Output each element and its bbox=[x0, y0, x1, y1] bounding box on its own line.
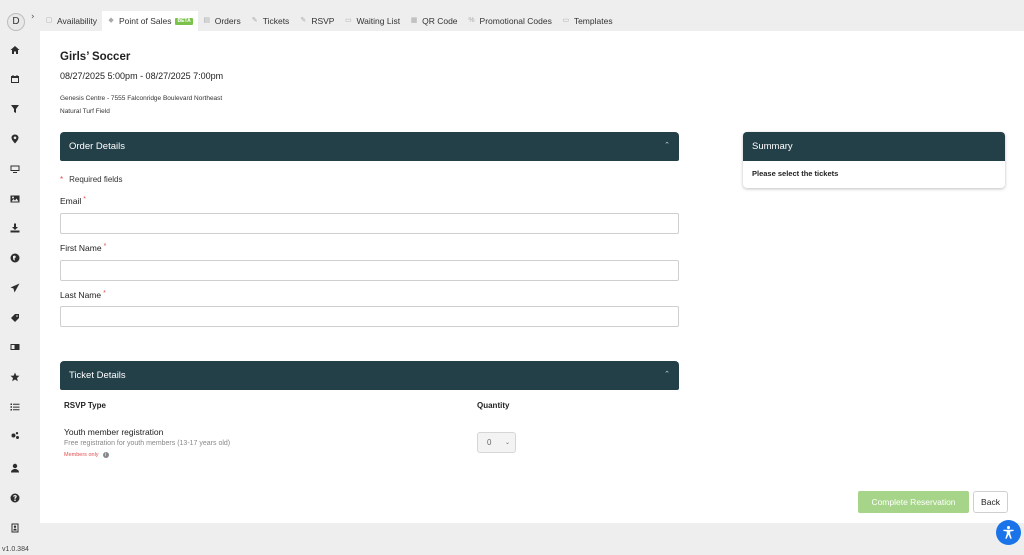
email-label: Email * bbox=[60, 196, 86, 206]
main-panel: Girls’ Soccer 08/27/2025 5:00pm - 08/27/… bbox=[40, 31, 1024, 523]
qrcode-icon: ▦ bbox=[410, 17, 418, 24]
accessibility-button[interactable] bbox=[996, 520, 1021, 545]
rsvp-type-header: RSVP Type bbox=[64, 401, 106, 410]
last-name-label: Last Name * bbox=[60, 290, 106, 300]
back-button[interactable]: Back bbox=[973, 491, 1008, 513]
sidebar-toggle-chevron-icon[interactable]: › bbox=[31, 12, 35, 22]
list-icon[interactable] bbox=[9, 401, 21, 413]
members-only-text: Members only bbox=[64, 452, 99, 458]
required-fields-text: Required fields bbox=[69, 175, 123, 184]
cogs-icon[interactable] bbox=[9, 430, 21, 442]
tag-icon[interactable] bbox=[9, 312, 21, 324]
order-details-title: Order Details bbox=[69, 141, 125, 152]
quantity-select[interactable]: 0 ⌄ bbox=[477, 432, 516, 453]
event-field: Natural Turf Field bbox=[60, 108, 110, 115]
home-icon[interactable] bbox=[9, 44, 21, 56]
tab-label: Point of Sales bbox=[119, 16, 172, 26]
quantity-value: 0 bbox=[487, 438, 492, 447]
tag-icon: ◆ bbox=[108, 17, 114, 24]
tab-qr-code[interactable]: ▦ QR Code bbox=[405, 11, 462, 31]
email-label-text: Email bbox=[60, 196, 82, 206]
last-name-field[interactable] bbox=[60, 306, 679, 327]
version-label: v1.0.384 bbox=[2, 546, 29, 553]
page-title: Girls’ Soccer bbox=[60, 51, 131, 63]
tab-label: Availability bbox=[57, 16, 98, 26]
sidebar: D v1.0.384 bbox=[0, 0, 30, 555]
chevron-up-icon: ⌃ bbox=[664, 142, 670, 149]
user-icon[interactable] bbox=[9, 462, 21, 474]
quantity-header: Quantity bbox=[477, 401, 510, 410]
monitor-icon: ▭ bbox=[345, 17, 352, 24]
send-icon[interactable] bbox=[9, 282, 21, 294]
tab-label: RSVP bbox=[311, 16, 335, 26]
badge-icon[interactable] bbox=[9, 522, 21, 534]
last-name-label-text: Last Name bbox=[60, 290, 102, 300]
event-venue: Genesis Centre - 7555 Falconridge Boulev… bbox=[60, 95, 223, 102]
tab-label: Orders bbox=[214, 16, 241, 26]
avatar[interactable]: D bbox=[7, 13, 25, 31]
members-only-note: Members only i bbox=[64, 452, 109, 458]
tab-label: Waiting List bbox=[356, 16, 401, 26]
required-star: * bbox=[103, 290, 106, 297]
tab-promotional-codes[interactable]: % Promotional Codes bbox=[463, 11, 557, 31]
tab-label: Promotional Codes bbox=[479, 16, 552, 26]
ticket-name: Youth member registration bbox=[64, 427, 164, 437]
info-icon[interactable]: i bbox=[102, 452, 109, 458]
tab-tickets[interactable]: ✎ Tickets bbox=[246, 11, 295, 31]
star-icon[interactable] bbox=[9, 371, 21, 383]
tab-waiting-list[interactable]: ▭ Waiting List bbox=[339, 11, 405, 31]
document-icon: ▤ bbox=[203, 17, 211, 24]
complete-reservation-button[interactable]: Complete Reservation bbox=[858, 491, 969, 513]
summary-card: Summary Please select the tickets bbox=[743, 132, 1005, 188]
first-name-field[interactable] bbox=[60, 260, 679, 281]
required-fields-note: * Required fields bbox=[60, 175, 123, 184]
event-datetime: 08/27/2025 5:00pm - 08/27/2025 7:00pm bbox=[60, 71, 224, 81]
image-icon[interactable] bbox=[9, 193, 21, 205]
globe-icon[interactable] bbox=[9, 252, 21, 264]
edit-icon: ✎ bbox=[300, 17, 307, 24]
summary-header: Summary bbox=[743, 132, 1005, 161]
calendar-icon: ▢ bbox=[45, 17, 53, 24]
template-icon: ▭ bbox=[562, 17, 570, 24]
percent-icon: % bbox=[468, 17, 475, 24]
required-star: * bbox=[103, 243, 107, 250]
monitor-icon[interactable] bbox=[9, 163, 21, 175]
tab-label: QR Code bbox=[422, 16, 458, 26]
required-star: * bbox=[60, 175, 64, 184]
chevron-up-icon: ⌃ bbox=[664, 371, 670, 378]
calendar-icon[interactable] bbox=[9, 73, 21, 85]
first-name-label-text: First Name bbox=[60, 243, 102, 253]
tab-availability[interactable]: ▢ Availability bbox=[40, 11, 102, 31]
download-icon[interactable] bbox=[9, 222, 21, 234]
tab-label: Tickets bbox=[262, 16, 290, 26]
tab-label: Templates bbox=[573, 16, 613, 26]
tab-rsvp[interactable]: ✎ RSVP bbox=[294, 11, 339, 31]
ticket-details-title: Ticket Details bbox=[69, 370, 126, 381]
tab-bar: ▢ Availability ◆ Point of Sales BETA ▤ Order… bbox=[40, 11, 618, 31]
tab-point-of-sales[interactable]: ◆ Point of Sales BETA bbox=[102, 11, 198, 31]
tab-orders[interactable]: ▤ Orders bbox=[198, 11, 246, 31]
filter-icon[interactable] bbox=[9, 103, 21, 115]
beta-badge: BETA bbox=[175, 17, 193, 25]
edit-icon: ✎ bbox=[251, 17, 258, 24]
id-card-icon[interactable] bbox=[9, 341, 21, 353]
ticket-description: Free registration for youth members (13-… bbox=[64, 440, 231, 447]
accessibility-icon bbox=[1003, 526, 1014, 539]
first-name-label: First Name * bbox=[60, 243, 106, 253]
ticket-details-header[interactable]: Ticket Details ⌃ bbox=[60, 361, 679, 390]
help-icon[interactable] bbox=[9, 492, 21, 504]
tab-templates[interactable]: ▭ Templates bbox=[557, 11, 618, 31]
required-star: * bbox=[83, 196, 86, 203]
order-details-header[interactable]: Order Details ⌃ bbox=[60, 132, 679, 161]
summary-message: Please select the tickets bbox=[752, 169, 839, 178]
chevron-down-icon: ⌄ bbox=[504, 440, 510, 446]
email-field[interactable] bbox=[60, 213, 679, 234]
map-pin-icon[interactable] bbox=[9, 133, 21, 145]
